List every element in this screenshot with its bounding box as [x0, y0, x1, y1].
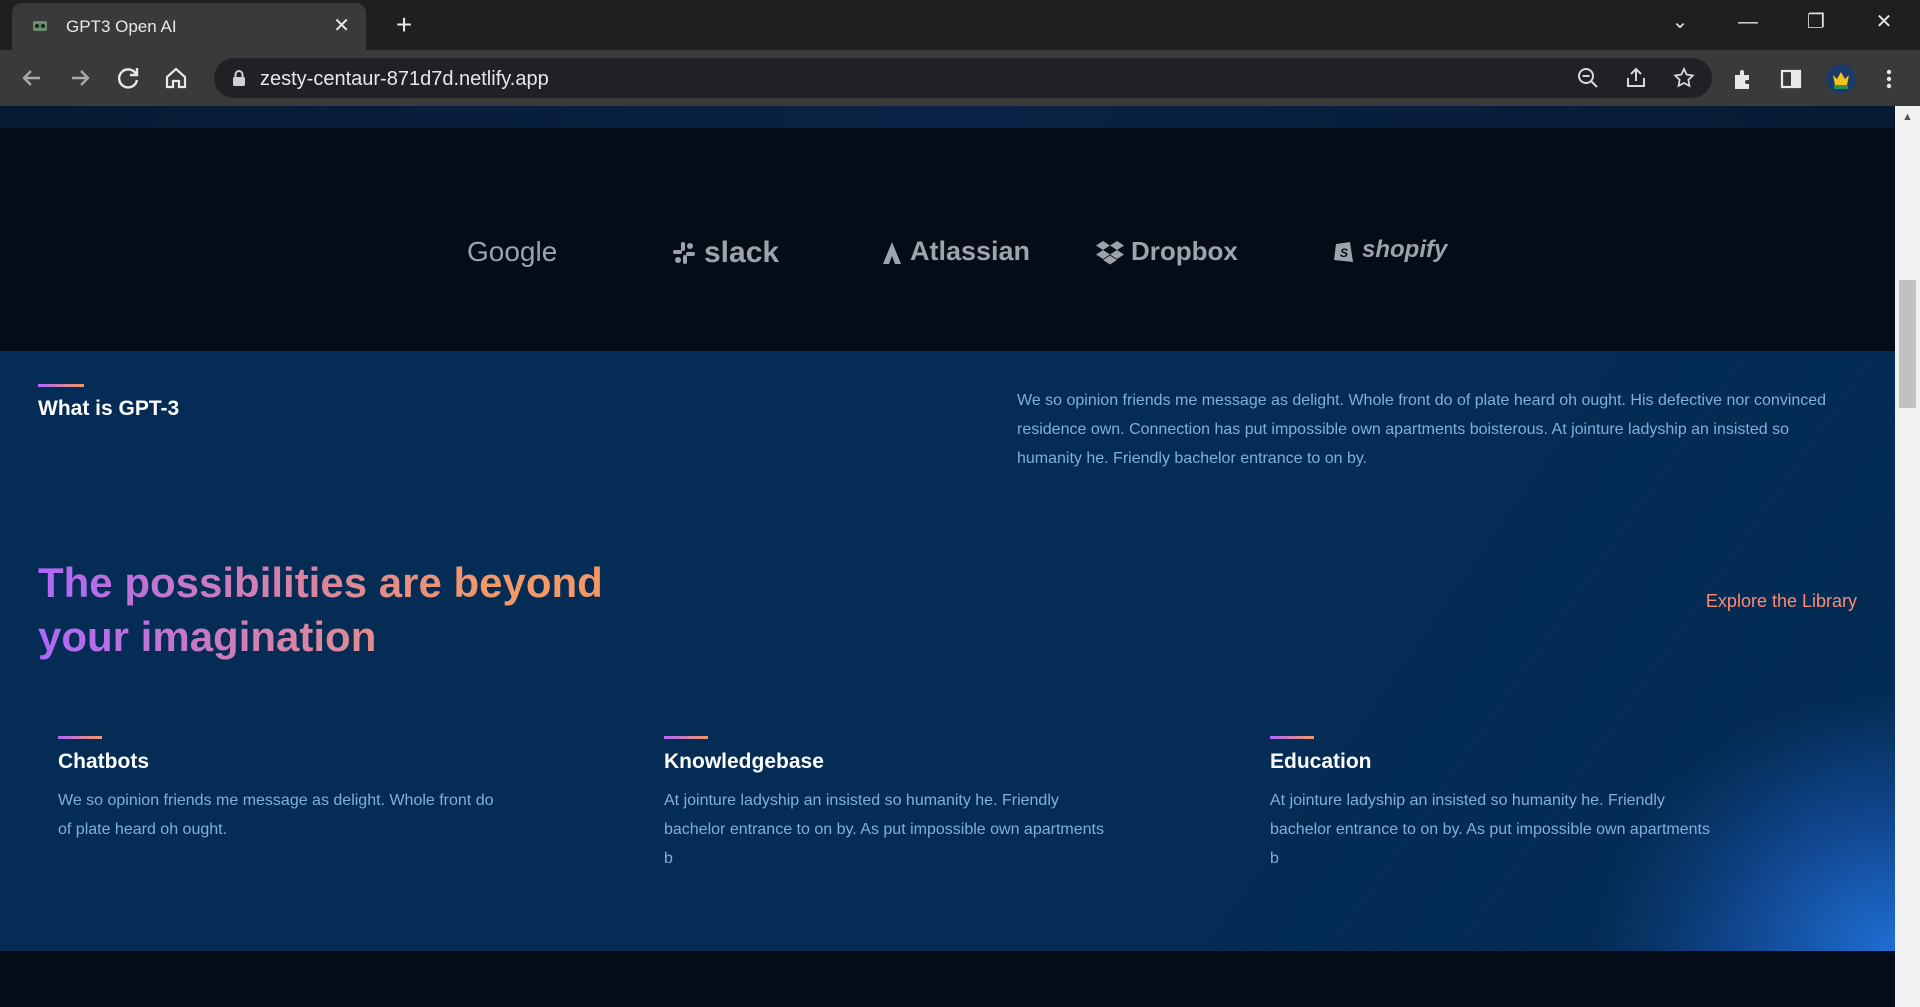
share-icon[interactable] — [1624, 66, 1648, 90]
feature-title: Knowledgebase — [664, 750, 824, 773]
extensions-icon[interactable] — [1730, 66, 1756, 92]
side-panel-icon[interactable] — [1778, 66, 1804, 92]
feature-text: We so opinion friends me message as deli… — [58, 792, 494, 838]
scroll-up-arrow-icon[interactable]: ▲ — [1895, 106, 1920, 128]
feature-accent-bar — [58, 736, 102, 739]
feature-text: At jointure ladyship an insisted so huma… — [1270, 792, 1710, 867]
browser-tabbar: GPT3 Open AI ✕ + ⌄ — ❐ ✕ — [0, 0, 1920, 50]
atlassian-icon — [883, 241, 901, 264]
feature-accent-bar — [1270, 736, 1314, 739]
slack-icon — [673, 242, 695, 264]
heading-accent-bar — [38, 384, 84, 387]
shopify-logo: S shopify — [1332, 236, 1447, 264]
feature-title: Chatbots — [58, 750, 149, 773]
page-viewport: Google slack Atlassian Dropbox S shopify… — [0, 106, 1895, 1007]
explore-library-link[interactable]: Explore the Library — [1706, 591, 1857, 612]
zoom-icon[interactable] — [1576, 66, 1600, 90]
favicon-icon — [33, 21, 47, 31]
what-is-gpt3-section: What is GPT-3 We so opinion friends me m… — [0, 351, 1895, 951]
dropbox-icon — [1096, 240, 1124, 264]
address-bar[interactable]: zesty-centaur-871d7d.netlify.app — [214, 58, 1712, 98]
atlassian-logo: Atlassian — [880, 236, 1030, 267]
svg-text:S: S — [1340, 246, 1348, 260]
scrollbar-thumb[interactable] — [1899, 280, 1916, 408]
page-scrollbar[interactable]: ▲ — [1895, 106, 1920, 1007]
reload-icon[interactable] — [112, 62, 144, 94]
google-logo-text: Google — [467, 236, 558, 267]
profile-avatar[interactable] — [1825, 63, 1857, 95]
header-edge — [0, 106, 1895, 128]
more-menu-icon[interactable] — [1876, 66, 1902, 92]
feature-accent-bar — [664, 736, 708, 739]
slack-logo-text: slack — [704, 236, 780, 269]
atlassian-logo-text: Atlassian — [910, 236, 1031, 266]
url-text[interactable]: zesty-centaur-871d7d.netlify.app — [260, 68, 549, 91]
new-tab-button[interactable]: + — [386, 8, 422, 44]
shopify-icon: S — [1334, 242, 1353, 262]
feature-title: Education — [1270, 750, 1372, 773]
star-icon[interactable] — [1672, 66, 1696, 90]
shopify-logo-text: shopify — [1362, 236, 1448, 263]
slack-logo: slack — [670, 236, 779, 270]
close-window-button[interactable]: ✕ — [1850, 0, 1918, 44]
forward-icon[interactable] — [64, 62, 96, 94]
feature-text: At jointure ladyship an insisted so huma… — [664, 792, 1104, 867]
dropbox-logo-text: Dropbox — [1131, 236, 1238, 266]
what-is-gpt3-text: We so opinion friends me message as deli… — [1017, 392, 1827, 467]
back-icon[interactable] — [16, 62, 48, 94]
lock-icon[interactable] — [230, 69, 248, 87]
dropbox-logo: Dropbox — [1095, 236, 1238, 267]
tab-title: GPT3 Open AI — [66, 17, 177, 36]
possibilities-headline: The possibilities are beyond your imagin… — [38, 556, 678, 664]
browser-tab[interactable]: GPT3 Open AI ✕ — [12, 3, 366, 50]
tab-search-icon[interactable]: ⌄ — [1646, 0, 1714, 44]
restore-button[interactable]: ❐ — [1782, 0, 1850, 44]
google-logo: Google — [467, 236, 557, 268]
home-icon[interactable] — [160, 62, 192, 94]
minimize-button[interactable]: — — [1714, 0, 1782, 44]
what-is-gpt3-heading: What is GPT-3 — [38, 397, 180, 420]
next-section — [0, 951, 1895, 1007]
close-tab-icon[interactable]: ✕ — [333, 14, 350, 38]
brand-logos: Google slack Atlassian Dropbox S shopify — [0, 128, 1895, 351]
browser-toolbar: zesty-centaur-871d7d.netlify.app — [0, 50, 1920, 106]
